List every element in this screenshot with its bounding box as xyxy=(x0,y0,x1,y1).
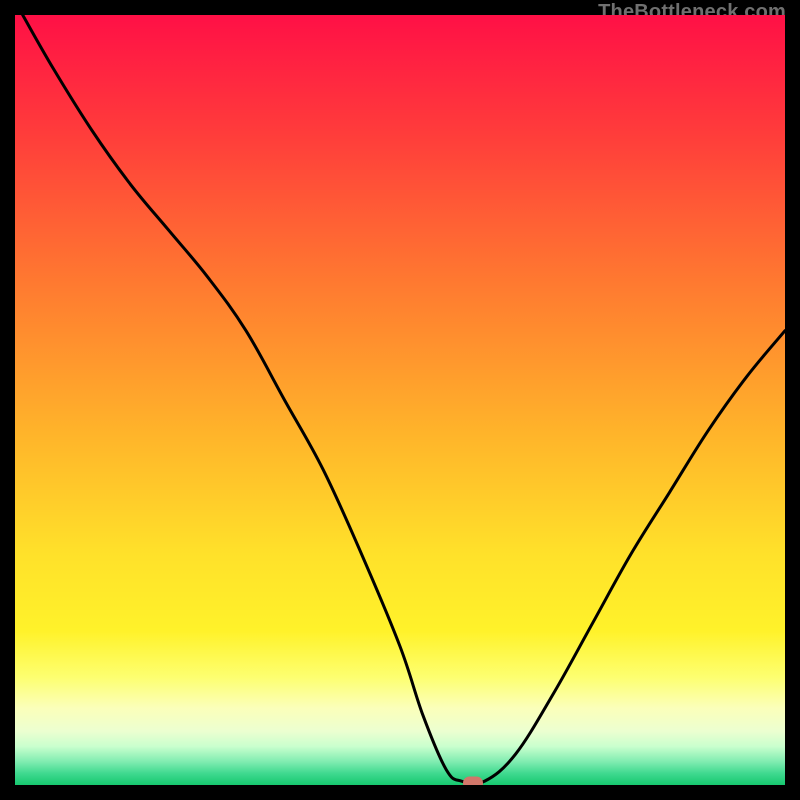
curve-layer xyxy=(15,15,785,785)
plot-area xyxy=(15,15,785,785)
bottleneck-curve xyxy=(23,15,785,784)
optimal-point-marker xyxy=(463,777,483,785)
chart-root: TheBottleneck.com xyxy=(0,0,800,800)
